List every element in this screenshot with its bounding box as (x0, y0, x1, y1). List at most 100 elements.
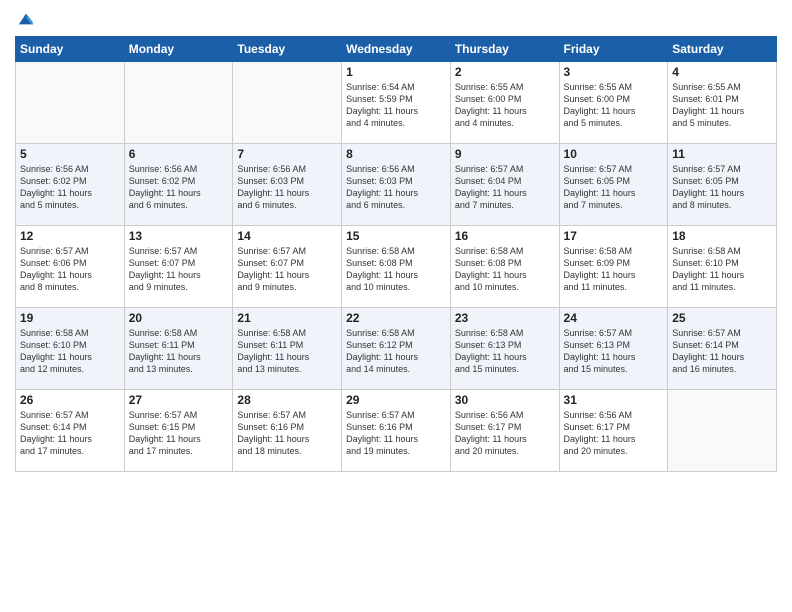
calendar-cell (668, 390, 777, 472)
day-info: Sunrise: 6:58 AM Sunset: 6:11 PM Dayligh… (129, 327, 229, 376)
calendar-week-5: 26 Sunrise: 6:57 AM Sunset: 6:14 PM Dayli… (16, 390, 777, 472)
calendar-cell: 23 Sunrise: 6:58 AM Sunset: 6:13 PM Dayli… (450, 308, 559, 390)
day-number: 30 (455, 393, 555, 407)
calendar-cell: 15 Sunrise: 6:58 AM Sunset: 6:08 PM Dayli… (342, 226, 451, 308)
calendar-cell: 19 Sunrise: 6:58 AM Sunset: 6:10 PM Dayli… (16, 308, 125, 390)
day-number: 31 (564, 393, 664, 407)
calendar-cell: 16 Sunrise: 6:58 AM Sunset: 6:08 PM Dayli… (450, 226, 559, 308)
day-info: Sunrise: 6:57 AM Sunset: 6:15 PM Dayligh… (129, 409, 229, 458)
calendar-cell: 25 Sunrise: 6:57 AM Sunset: 6:14 PM Dayli… (668, 308, 777, 390)
day-info: Sunrise: 6:57 AM Sunset: 6:04 PM Dayligh… (455, 163, 555, 212)
day-number: 8 (346, 147, 446, 161)
day-info: Sunrise: 6:56 AM Sunset: 6:02 PM Dayligh… (20, 163, 120, 212)
day-info: Sunrise: 6:56 AM Sunset: 6:17 PM Dayligh… (455, 409, 555, 458)
day-number: 24 (564, 311, 664, 325)
calendar-cell: 21Sunrise: 6:58 AM Sunset: 6:11 PM Dayli… (233, 308, 342, 390)
day-number: 26 (20, 393, 120, 407)
weekday-sunday: Sunday (16, 37, 125, 62)
weekday-friday: Friday (559, 37, 668, 62)
calendar-cell: 13 Sunrise: 6:57 AM Sunset: 6:07 PM Dayli… (124, 226, 233, 308)
day-info: Sunrise: 6:55 AM Sunset: 6:00 PM Dayligh… (455, 81, 555, 130)
day-number: 13 (129, 229, 229, 243)
day-number: 20 (129, 311, 229, 325)
calendar-cell (124, 62, 233, 144)
day-info: Sunrise: 6:57 AM Sunset: 6:14 PM Dayligh… (672, 327, 772, 376)
day-number: 22 (346, 311, 446, 325)
calendar-cell: 11 Sunrise: 6:57 AM Sunset: 6:05 PM Dayli… (668, 144, 777, 226)
day-info: Sunrise: 6:58 AM Sunset: 6:13 PM Dayligh… (455, 327, 555, 376)
calendar-cell: 29Sunrise: 6:57 AM Sunset: 6:16 PM Dayli… (342, 390, 451, 472)
calendar-cell: 1 Sunrise: 6:54 AM Sunset: 5:59 PM Daylig… (342, 62, 451, 144)
day-number: 19 (20, 311, 120, 325)
day-info: Sunrise: 6:58 AM Sunset: 6:08 PM Dayligh… (346, 245, 446, 294)
calendar: SundayMondayTuesdayWednesdayThursdayFrid… (15, 36, 777, 472)
day-number: 18 (672, 229, 772, 243)
day-info: Sunrise: 6:57 AM Sunset: 6:05 PM Dayligh… (564, 163, 664, 212)
day-info: Sunrise: 6:55 AM Sunset: 6:01 PM Dayligh… (672, 81, 772, 130)
weekday-saturday: Saturday (668, 37, 777, 62)
day-number: 28 (237, 393, 337, 407)
day-number: 5 (20, 147, 120, 161)
calendar-cell: 14Sunrise: 6:57 AM Sunset: 6:07 PM Dayli… (233, 226, 342, 308)
day-number: 27 (129, 393, 229, 407)
calendar-cell: 12Sunrise: 6:57 AM Sunset: 6:06 PM Dayli… (16, 226, 125, 308)
calendar-cell: 3 Sunrise: 6:55 AM Sunset: 6:00 PM Daylig… (559, 62, 668, 144)
day-info: Sunrise: 6:57 AM Sunset: 6:13 PM Dayligh… (564, 327, 664, 376)
calendar-cell: 2 Sunrise: 6:55 AM Sunset: 6:00 PM Daylig… (450, 62, 559, 144)
day-number: 6 (129, 147, 229, 161)
calendar-cell (16, 62, 125, 144)
logo-icon (17, 10, 35, 28)
header (15, 10, 777, 28)
day-info: Sunrise: 6:57 AM Sunset: 6:16 PM Dayligh… (237, 409, 337, 458)
calendar-week-1: 1 Sunrise: 6:54 AM Sunset: 5:59 PM Daylig… (16, 62, 777, 144)
day-info: Sunrise: 6:57 AM Sunset: 6:14 PM Dayligh… (20, 409, 120, 458)
day-number: 29 (346, 393, 446, 407)
day-number: 4 (672, 65, 772, 79)
day-number: 17 (564, 229, 664, 243)
calendar-cell: 20 Sunrise: 6:58 AM Sunset: 6:11 PM Dayli… (124, 308, 233, 390)
day-info: Sunrise: 6:58 AM Sunset: 6:08 PM Dayligh… (455, 245, 555, 294)
day-number: 16 (455, 229, 555, 243)
calendar-cell: 28 Sunrise: 6:57 AM Sunset: 6:16 PM Dayli… (233, 390, 342, 472)
day-number: 23 (455, 311, 555, 325)
day-number: 14 (237, 229, 337, 243)
weekday-wednesday: Wednesday (342, 37, 451, 62)
day-info: Sunrise: 6:56 AM Sunset: 6:03 PM Dayligh… (237, 163, 337, 212)
calendar-cell: 6 Sunrise: 6:56 AM Sunset: 6:02 PM Daylig… (124, 144, 233, 226)
day-info: Sunrise: 6:58 AM Sunset: 6:10 PM Dayligh… (672, 245, 772, 294)
calendar-cell: 8Sunrise: 6:56 AM Sunset: 6:03 PM Daylig… (342, 144, 451, 226)
calendar-cell: 9 Sunrise: 6:57 AM Sunset: 6:04 PM Daylig… (450, 144, 559, 226)
day-number: 2 (455, 65, 555, 79)
day-info: Sunrise: 6:58 AM Sunset: 6:09 PM Dayligh… (564, 245, 664, 294)
day-number: 15 (346, 229, 446, 243)
calendar-cell: 5 Sunrise: 6:56 AM Sunset: 6:02 PM Daylig… (16, 144, 125, 226)
day-info: Sunrise: 6:58 AM Sunset: 6:12 PM Dayligh… (346, 327, 446, 376)
weekday-tuesday: Tuesday (233, 37, 342, 62)
calendar-week-4: 19 Sunrise: 6:58 AM Sunset: 6:10 PM Dayli… (16, 308, 777, 390)
day-number: 12 (20, 229, 120, 243)
day-info: Sunrise: 6:57 AM Sunset: 6:07 PM Dayligh… (129, 245, 229, 294)
logo (15, 10, 35, 28)
day-number: 1 (346, 65, 446, 79)
calendar-week-3: 12Sunrise: 6:57 AM Sunset: 6:06 PM Dayli… (16, 226, 777, 308)
day-number: 25 (672, 311, 772, 325)
calendar-cell: 4 Sunrise: 6:55 AM Sunset: 6:01 PM Daylig… (668, 62, 777, 144)
calendar-cell: 17 Sunrise: 6:58 AM Sunset: 6:09 PM Dayli… (559, 226, 668, 308)
calendar-cell (233, 62, 342, 144)
weekday-header-row: SundayMondayTuesdayWednesdayThursdayFrid… (16, 37, 777, 62)
calendar-cell: 10Sunrise: 6:57 AM Sunset: 6:05 PM Dayli… (559, 144, 668, 226)
day-info: Sunrise: 6:55 AM Sunset: 6:00 PM Dayligh… (564, 81, 664, 130)
calendar-cell: 24 Sunrise: 6:57 AM Sunset: 6:13 PM Dayli… (559, 308, 668, 390)
day-number: 9 (455, 147, 555, 161)
day-info: Sunrise: 6:58 AM Sunset: 6:10 PM Dayligh… (20, 327, 120, 376)
calendar-cell: 27 Sunrise: 6:57 AM Sunset: 6:15 PM Dayli… (124, 390, 233, 472)
day-info: Sunrise: 6:56 AM Sunset: 6:02 PM Dayligh… (129, 163, 229, 212)
calendar-cell: 22 Sunrise: 6:58 AM Sunset: 6:12 PM Dayli… (342, 308, 451, 390)
day-number: 3 (564, 65, 664, 79)
calendar-cell: 31Sunrise: 6:56 AM Sunset: 6:17 PM Dayli… (559, 390, 668, 472)
calendar-cell: 26 Sunrise: 6:57 AM Sunset: 6:14 PM Dayli… (16, 390, 125, 472)
day-info: Sunrise: 6:57 AM Sunset: 6:05 PM Dayligh… (672, 163, 772, 212)
day-info: Sunrise: 6:54 AM Sunset: 5:59 PM Dayligh… (346, 81, 446, 130)
day-number: 11 (672, 147, 772, 161)
calendar-week-2: 5 Sunrise: 6:56 AM Sunset: 6:02 PM Daylig… (16, 144, 777, 226)
